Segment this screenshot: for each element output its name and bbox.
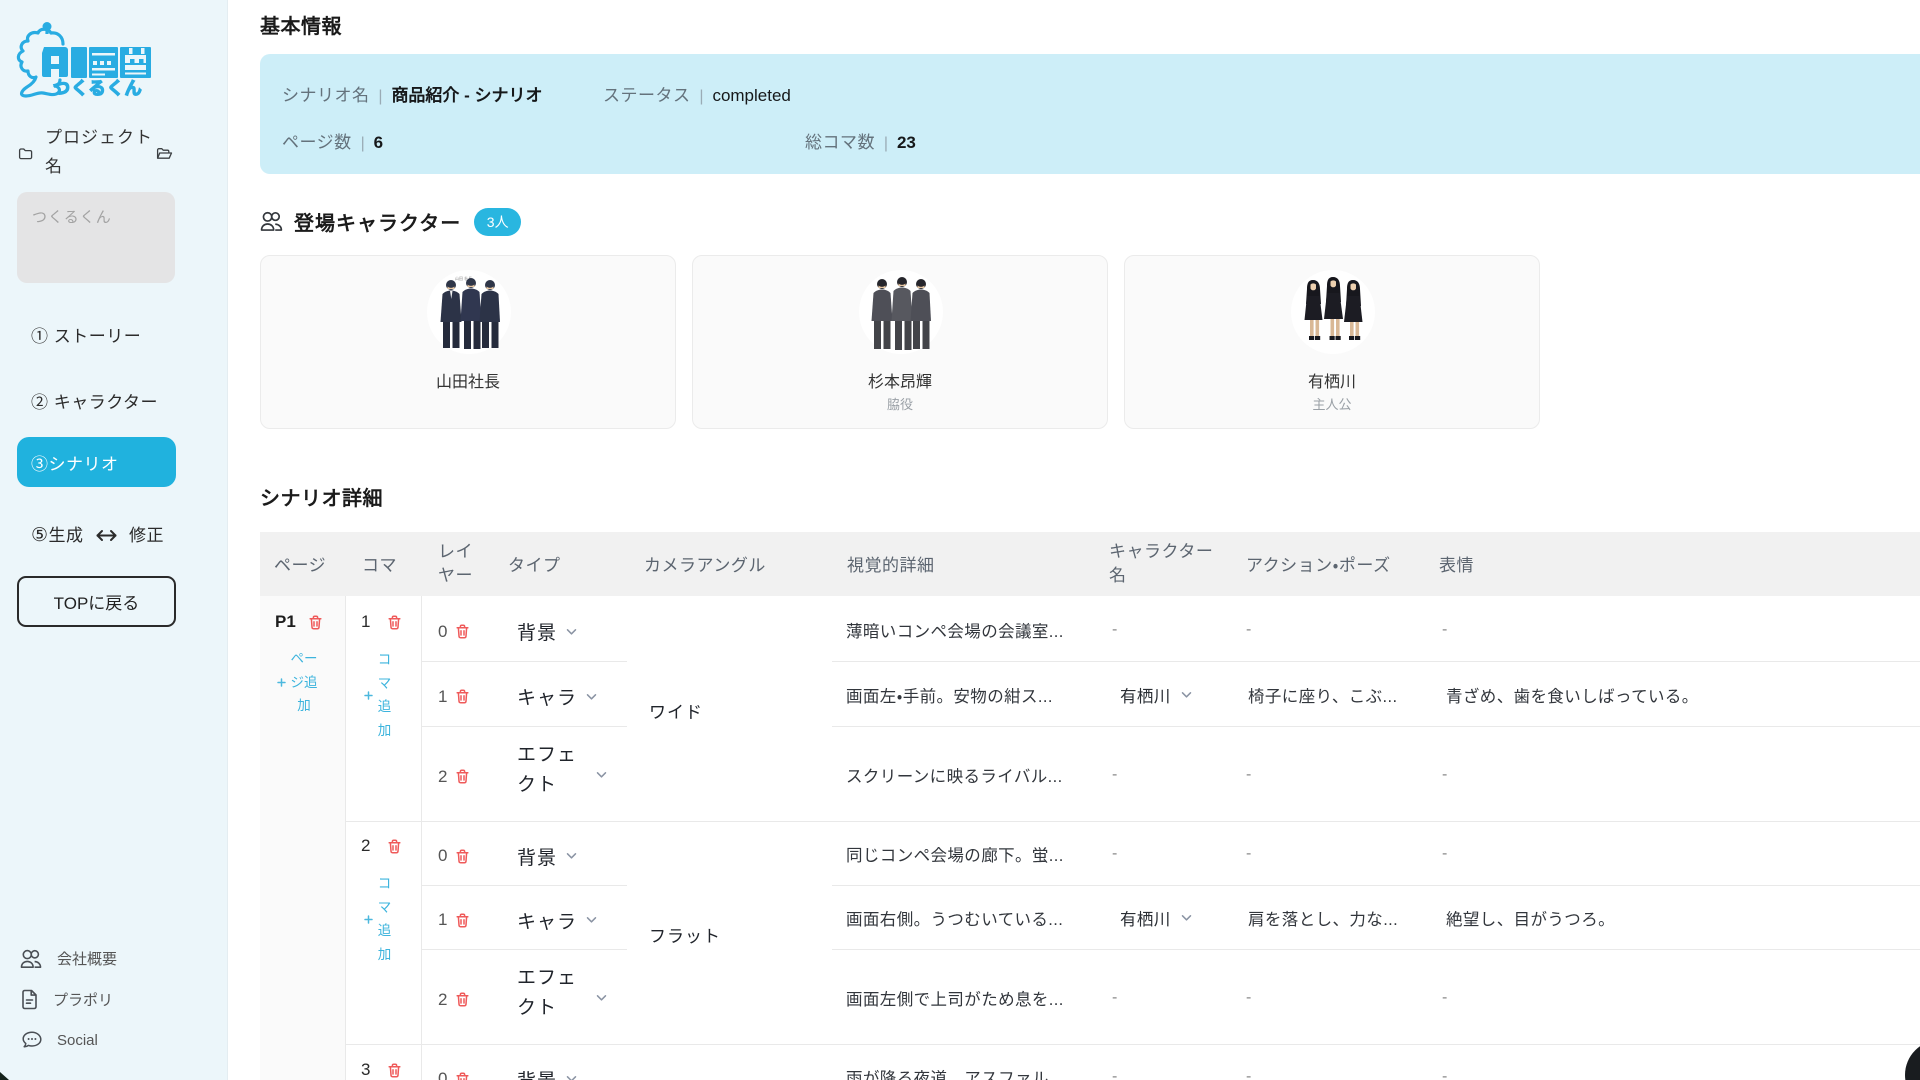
svg-text:つくるくん: つくるくん — [53, 79, 143, 98]
